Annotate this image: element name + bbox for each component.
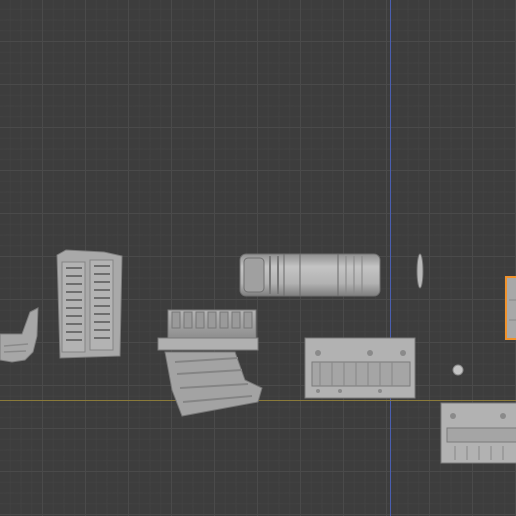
- scene-objects: [0, 249, 516, 464]
- small-sphere[interactable]: [452, 364, 464, 376]
- foregrip-mount[interactable]: [157, 309, 263, 417]
- 3d-viewport[interactable]: [0, 0, 516, 516]
- magazine-part[interactable]: [56, 249, 123, 359]
- rail-mount-rear[interactable]: [440, 402, 516, 464]
- rail-mount-front[interactable]: [304, 337, 416, 399]
- grip-fragment[interactable]: [0, 307, 39, 363]
- selected-object-edge[interactable]: [505, 276, 516, 340]
- flashlight-body[interactable]: [239, 253, 381, 297]
- lens-ring[interactable]: [416, 253, 424, 289]
